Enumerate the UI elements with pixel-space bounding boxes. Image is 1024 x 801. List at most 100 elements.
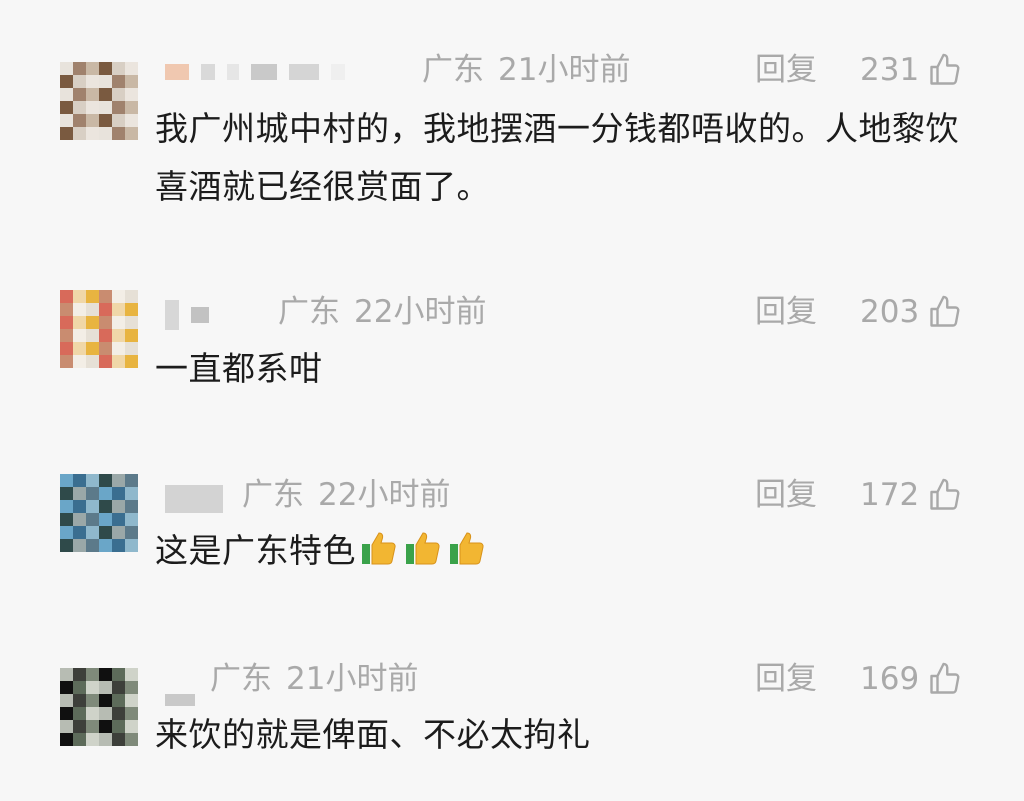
- avatar-pixel: [125, 355, 138, 368]
- avatar-pixel: [60, 707, 73, 720]
- avatar-pixel: [125, 329, 138, 342]
- avatar-pixel: [73, 329, 86, 342]
- avatar-pixel: [99, 707, 112, 720]
- avatar-pixel: [99, 316, 112, 329]
- avatar[interactable]: [60, 668, 138, 746]
- avatar-pixel: [125, 707, 138, 720]
- like-button[interactable]: 231: [860, 50, 963, 90]
- thumbs-up-emoji-icon: [406, 532, 440, 565]
- avatar-pixel: [112, 316, 125, 329]
- avatar-pixel: [60, 526, 73, 539]
- avatar-pixel: [112, 487, 125, 500]
- avatar-pixel: [125, 474, 138, 487]
- username-redacted[interactable]: [165, 482, 223, 516]
- avatar-pixel: [73, 668, 86, 681]
- avatar-pixel: [86, 681, 99, 694]
- avatar[interactable]: [60, 290, 138, 368]
- avatar-pixel: [112, 88, 125, 101]
- like-button[interactable]: 203: [860, 292, 963, 332]
- thumbs-up-outline-icon: [930, 53, 960, 85]
- comment-meta: 广东 21小时前: [210, 659, 432, 699]
- location: 广东: [242, 477, 304, 513]
- thumbs-up-outline-icon: [930, 478, 960, 510]
- avatar-pixel: [125, 720, 138, 733]
- avatar-pixel: [86, 355, 99, 368]
- reply-button[interactable]: 回复: [755, 475, 817, 515]
- location: 广东: [278, 294, 340, 330]
- avatar-pixel: [99, 474, 112, 487]
- avatar-pixel: [73, 474, 86, 487]
- like-count: 231: [860, 52, 920, 88]
- avatar-pixel: [86, 694, 99, 707]
- avatar-pixel: [112, 114, 125, 127]
- avatar-pixel: [99, 342, 112, 355]
- username-redacted[interactable]: [165, 676, 195, 710]
- avatar-pixel: [60, 500, 73, 513]
- avatar-pixel: [60, 474, 73, 487]
- avatar-pixel: [112, 668, 125, 681]
- avatar-pixel: [73, 303, 86, 316]
- avatar-pixel: [60, 342, 73, 355]
- avatar-pixel: [112, 127, 125, 140]
- avatar-pixel: [99, 75, 112, 88]
- like-button[interactable]: 172: [860, 475, 963, 515]
- avatar-pixel: [86, 303, 99, 316]
- avatar-pixel: [60, 62, 73, 75]
- username-redacted[interactable]: [165, 298, 209, 332]
- avatar-pixel: [99, 513, 112, 526]
- avatar-pixel: [60, 88, 73, 101]
- avatar-pixel: [125, 114, 138, 127]
- avatar-pixel: [99, 694, 112, 707]
- comment-text: 一直都系咁: [155, 349, 323, 388]
- avatar-pixel: [125, 500, 138, 513]
- avatar-pixel: [112, 474, 125, 487]
- avatar-pixel: [73, 487, 86, 500]
- avatar-pixel: [125, 62, 138, 75]
- avatar-pixel: [125, 101, 138, 114]
- avatar-pixel: [60, 329, 73, 342]
- avatar-pixel: [99, 62, 112, 75]
- timestamp: 22小时前: [318, 477, 451, 513]
- avatar[interactable]: [60, 474, 138, 552]
- thumbs-up-outline-icon: [930, 662, 960, 694]
- avatar-pixel: [99, 303, 112, 316]
- avatar[interactable]: [60, 62, 138, 140]
- avatar-pixel: [60, 539, 73, 552]
- avatar-pixel: [73, 707, 86, 720]
- thumbs-up-outline-icon: [930, 295, 960, 327]
- like-button[interactable]: 169: [860, 659, 963, 699]
- reply-button[interactable]: 回复: [755, 659, 817, 699]
- avatar-pixel: [125, 539, 138, 552]
- avatar-pixel: [86, 720, 99, 733]
- username-redacted[interactable]: [165, 55, 345, 89]
- like-count: 203: [860, 294, 920, 330]
- reply-button[interactable]: 回复: [755, 50, 817, 90]
- comment-meta: 广东 22小时前: [278, 292, 500, 332]
- avatar-pixel: [99, 114, 112, 127]
- avatar-pixel: [125, 75, 138, 88]
- avatar-pixel: [86, 513, 99, 526]
- avatar-pixel: [86, 526, 99, 539]
- avatar-pixel: [112, 513, 125, 526]
- comment-text-content: 这是广东特色: [155, 531, 356, 570]
- avatar-pixel: [112, 733, 125, 746]
- avatar-pixel: [112, 694, 125, 707]
- avatar-pixel: [73, 290, 86, 303]
- avatar-pixel: [125, 290, 138, 303]
- avatar-pixel: [60, 127, 73, 140]
- avatar-pixel: [99, 720, 112, 733]
- avatar-pixel: [112, 75, 125, 88]
- thumbs-up-emoji-icon: [362, 532, 396, 565]
- avatar-pixel: [99, 539, 112, 552]
- avatar-pixel: [73, 316, 86, 329]
- avatar-pixel: [125, 681, 138, 694]
- avatar-pixel: [112, 101, 125, 114]
- location: 广东: [210, 661, 272, 697]
- avatar-pixel: [86, 500, 99, 513]
- avatar-pixel: [86, 88, 99, 101]
- avatar-pixel: [73, 114, 86, 127]
- avatar-pixel: [99, 329, 112, 342]
- avatar-pixel: [99, 290, 112, 303]
- reply-button[interactable]: 回复: [755, 292, 817, 332]
- avatar-pixel: [60, 487, 73, 500]
